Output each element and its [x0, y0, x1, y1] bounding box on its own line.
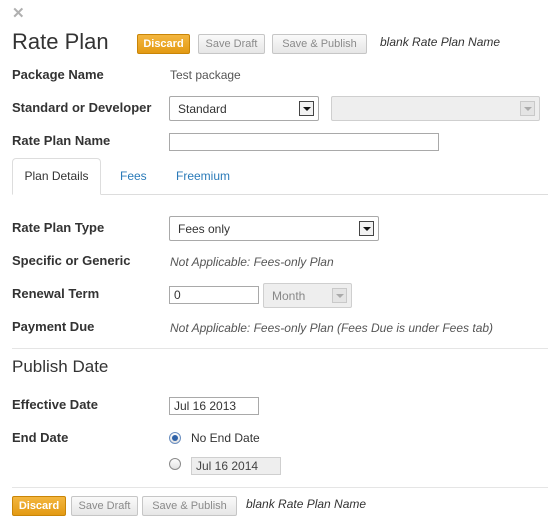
chevron-down-icon — [520, 101, 535, 116]
standard-select-value: Standard — [178, 102, 227, 116]
footer-save-publish-button[interactable]: Save & Publish — [142, 496, 237, 516]
section-divider — [12, 348, 548, 349]
footer-divider — [12, 487, 548, 488]
publish-date-heading: Publish Date — [12, 357, 109, 376]
effective-date-label: Effective Date — [12, 397, 98, 412]
package-name-value: Test package — [170, 68, 241, 82]
page-title: Rate Plan — [12, 29, 109, 54]
chevron-down-icon — [359, 221, 374, 236]
no-end-date-label: No End Date — [191, 431, 260, 445]
renewal-unit-select: Month — [263, 283, 352, 308]
close-icon[interactable]: ✕ — [12, 6, 25, 22]
tab-freemium[interactable]: Freemium — [176, 158, 230, 195]
footer-status-note: blank Rate Plan Name — [246, 497, 367, 511]
rate-plan-type-select[interactable]: Fees only — [169, 216, 379, 241]
renewal-term-input[interactable] — [169, 286, 259, 304]
package-name-label: Package Name — [12, 67, 104, 82]
specific-or-generic-label: Specific or Generic — [12, 253, 131, 268]
payment-due-value: Not Applicable: Fees-only Plan (Fees Due… — [170, 321, 494, 335]
standard-or-developer-label: Standard or Developer — [12, 100, 152, 115]
save-publish-button[interactable]: Save & Publish — [272, 34, 367, 54]
footer-save-draft-button[interactable]: Save Draft — [71, 496, 138, 516]
standard-select[interactable]: Standard — [169, 96, 319, 121]
rate-plan-type-label: Rate Plan Type — [12, 220, 105, 235]
rate-plan-name-input[interactable] — [169, 133, 439, 151]
end-date-input — [191, 457, 281, 475]
footer-discard-button[interactable]: Discard — [12, 496, 66, 516]
rate-plan-type-value: Fees only — [178, 222, 231, 236]
no-end-date-radio[interactable] — [169, 432, 181, 444]
renewal-term-label: Renewal Term — [12, 286, 100, 301]
renewal-unit-value: Month — [272, 289, 306, 303]
chevron-down-icon — [332, 288, 347, 303]
chevron-down-icon — [299, 101, 314, 116]
developer-select — [331, 96, 540, 121]
specific-or-generic-value: Not Applicable: Fees-only Plan — [170, 255, 334, 269]
tab-fees[interactable]: Fees — [120, 158, 147, 195]
end-date-radio[interactable] — [169, 458, 181, 470]
status-note: blank Rate Plan Name — [380, 35, 501, 49]
effective-date-input[interactable] — [169, 397, 259, 415]
tab-plan-details[interactable]: Plan Details — [12, 158, 101, 195]
save-draft-button[interactable]: Save Draft — [198, 34, 265, 54]
rate-plan-name-label: Rate Plan Name — [12, 133, 111, 148]
end-date-label: End Date — [12, 430, 69, 445]
payment-due-label: Payment Due — [12, 319, 95, 334]
discard-button[interactable]: Discard — [137, 34, 190, 54]
